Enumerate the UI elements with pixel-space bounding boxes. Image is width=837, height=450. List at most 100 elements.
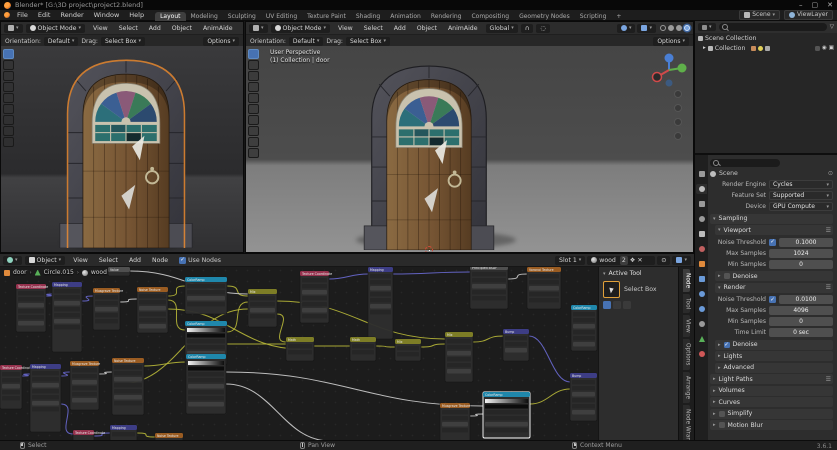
- value-field-noise-threshold[interactable]: 0.1000: [779, 238, 833, 247]
- options-dropdown[interactable]: Options▾: [203, 37, 239, 46]
- mode-selector[interactable]: Object Mode▾: [26, 24, 86, 33]
- checkbox-denoise[interactable]: [724, 273, 730, 279]
- value-field-noise-threshold[interactable]: 0.0100: [779, 295, 833, 304]
- checkbox-denoise[interactable]: ✓: [724, 342, 730, 348]
- node-texture-coordinate[interactable]: Texture Coordinate: [0, 365, 32, 409]
- camera-view-icon[interactable]: [674, 118, 682, 126]
- viewport-right-canvas[interactable]: User Perspective (1) Collection | door: [246, 46, 693, 252]
- checkbox-noise-threshold[interactable]: ✓: [769, 296, 776, 303]
- preset-menu-icon[interactable]: ☰: [826, 284, 830, 291]
- preset-menu-icon[interactable]: ☰: [826, 227, 830, 234]
- scale-tool-icon[interactable]: [248, 93, 259, 103]
- select-extend-icon[interactable]: [613, 301, 621, 309]
- node-graph[interactable]: Texture CoordinateMappingMusgrave Textur…: [0, 254, 694, 441]
- value-field-time-limit[interactable]: 0 sec: [769, 328, 833, 337]
- menu-window[interactable]: Window: [89, 11, 125, 19]
- section-lights[interactable]: ▸Lights: [715, 351, 833, 361]
- use-nodes-toggle[interactable]: ✓ Use Nodes: [179, 257, 221, 264]
- solid-shading-icon[interactable]: [668, 25, 674, 31]
- annotate-tool-icon[interactable]: [3, 115, 14, 125]
- node-wire[interactable]: [529, 336, 570, 382]
- rendered-shading-icon[interactable]: [684, 25, 690, 31]
- orientation-dropdown[interactable]: Default▾: [44, 37, 78, 46]
- view-layer-selector[interactable]: ViewLayer: [784, 10, 833, 20]
- node-musgrave-texture[interactable]: Musgrave Texture: [440, 403, 470, 441]
- section-curves[interactable]: ▸Curves: [710, 397, 833, 407]
- node-wire[interactable]: [530, 389, 570, 404]
- value-field-max-samples[interactable]: 4096: [769, 306, 833, 315]
- node-wire[interactable]: [393, 272, 470, 274]
- preset-menu-icon[interactable]: ☰: [826, 376, 830, 383]
- node-wire[interactable]: [470, 414, 483, 416]
- transform-orientation[interactable]: Global▾: [486, 24, 518, 33]
- door-model-right[interactable]: [360, 54, 498, 250]
- menu-help[interactable]: Help: [124, 11, 149, 19]
- node-colorramp[interactable]: ColorRamp: [185, 277, 227, 314]
- section-volumes[interactable]: ▸Volumes: [710, 386, 833, 396]
- snapping-toggle[interactable]: ▾: [672, 256, 691, 265]
- node-wire[interactable]: [376, 346, 395, 347]
- node-wire[interactable]: [226, 384, 330, 441]
- node-musgrave-texture[interactable]: Musgrave Texture: [70, 361, 100, 410]
- node-math[interactable]: Math: [350, 337, 376, 361]
- shading-mode-buttons[interactable]: [660, 25, 690, 31]
- workspace-tab-animation[interactable]: Animation: [385, 12, 426, 21]
- pan-icon[interactable]: [674, 104, 682, 112]
- node-wire[interactable]: [168, 286, 185, 296]
- outliner-row-scene-collection[interactable]: Scene Collection: [695, 33, 837, 43]
- node-noise-texture[interactable]: Noise Texture: [112, 358, 144, 415]
- properties-tab-render-icon[interactable]: [696, 184, 707, 194]
- node-wire[interactable]: [82, 296, 93, 301]
- material-users-count[interactable]: 2: [620, 256, 628, 265]
- value-field-min-samples[interactable]: 0: [769, 317, 833, 326]
- properties-tab-particles-icon[interactable]: [696, 289, 707, 299]
- node-wire[interactable]: [168, 300, 185, 330]
- properties-tab-material-icon[interactable]: [696, 349, 707, 359]
- node-menu-select[interactable]: Select: [94, 257, 123, 264]
- measure-tool-icon[interactable]: [3, 126, 14, 136]
- sidebar-tab-arrange[interactable]: Arrange: [683, 372, 691, 403]
- dropdown-feature-set[interactable]: Supported▾: [769, 191, 833, 200]
- node-musgrave-texture[interactable]: Musgrave Texture: [93, 288, 123, 330]
- workspace-tab-shading[interactable]: Shading: [351, 12, 385, 21]
- pin-icon[interactable]: ⊙: [657, 256, 670, 265]
- section-render[interactable]: ▾Render☰: [715, 283, 833, 293]
- checkbox-simplify[interactable]: [719, 411, 725, 417]
- workspace-tab-+[interactable]: +: [611, 12, 626, 21]
- node-wire[interactable]: [227, 302, 248, 332]
- section-sampling[interactable]: ▾Sampling: [710, 214, 833, 224]
- hide-eye-icon[interactable]: ◉: [822, 45, 827, 51]
- editor-type-button[interactable]: ▾: [3, 256, 22, 265]
- selectable-checkbox[interactable]: [815, 46, 820, 51]
- vpl-menu-view[interactable]: View: [88, 25, 113, 32]
- node-wire[interactable]: [226, 372, 483, 406]
- properties-tab-data-icon[interactable]: [696, 334, 707, 344]
- filter-icon[interactable]: ▽: [830, 24, 834, 30]
- proportional-edit-toggle[interactable]: ◌: [536, 24, 549, 33]
- properties-tab-tool-icon[interactable]: [696, 169, 707, 179]
- use-nodes-checkbox[interactable]: ✓: [179, 257, 186, 264]
- editor-type-button[interactable]: ▾: [249, 24, 268, 33]
- show-overlays-toggle[interactable]: ▾: [637, 24, 656, 33]
- node-wire[interactable]: [508, 274, 527, 279]
- move-tool-icon[interactable]: [248, 71, 259, 81]
- active-tool-button[interactable]: Select Box: [603, 281, 674, 298]
- sidebar-tab-tool[interactable]: Tool: [683, 294, 691, 313]
- checkbox-noise-threshold[interactable]: ✓: [769, 239, 776, 246]
- node-colorramp[interactable]: ColorRamp: [186, 354, 226, 414]
- node-value[interactable]: Value: [108, 267, 130, 276]
- sidebar-tab-options[interactable]: Options: [683, 339, 691, 369]
- workspace-tab-layout[interactable]: Layout: [155, 12, 185, 21]
- fake-user-shield-icon[interactable]: ❖: [630, 256, 636, 265]
- node-mix[interactable]: Mix: [248, 289, 277, 327]
- value-field-max-samples[interactable]: 1024: [769, 249, 833, 258]
- rotate-tool-icon[interactable]: [3, 82, 14, 92]
- vpl-menu-animaide[interactable]: AnimAide: [198, 25, 238, 32]
- vpr-menu-select[interactable]: Select: [359, 25, 388, 32]
- node-wire[interactable]: [120, 299, 137, 302]
- node-bump[interactable]: Bump: [570, 373, 597, 421]
- properties-tab-output-icon[interactable]: [696, 199, 707, 209]
- extra-tool-icon[interactable]: [248, 148, 259, 158]
- outliner-search[interactable]: [719, 23, 827, 31]
- properties-tab-scene-icon[interactable]: [696, 229, 707, 239]
